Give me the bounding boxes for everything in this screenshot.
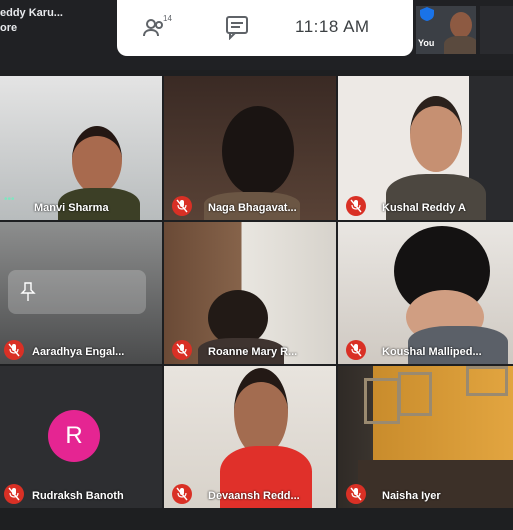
pin-icon[interactable] xyxy=(20,282,36,302)
meeting-info-panel: 14 11:18 AM xyxy=(117,0,413,56)
participant-name: Manvi Sharma xyxy=(34,202,109,214)
self-head xyxy=(450,12,472,38)
mic-off-indicator xyxy=(172,340,192,360)
self-view-edge xyxy=(480,6,513,54)
mic-off-indicator xyxy=(346,340,366,360)
mic-off-icon xyxy=(8,487,20,501)
participant-name: Aaradhya Engal... xyxy=(32,346,125,358)
participant-name: Naga Bhagavat... xyxy=(208,202,297,214)
mic-off-indicator xyxy=(346,484,366,504)
participant-tile[interactable]: Kushal Reddy A xyxy=(338,76,513,220)
mic-off-indicator xyxy=(4,340,24,360)
mic-off-indicator xyxy=(172,484,192,504)
participant-tile[interactable]: Koushal Malliped... xyxy=(338,222,513,364)
participant-name: Devaansh Redd... xyxy=(208,490,300,502)
mic-off-icon xyxy=(8,343,20,357)
presenter-name-line2: ore xyxy=(0,22,18,34)
mic-off-icon xyxy=(350,199,362,213)
window-frame xyxy=(398,372,432,416)
shield-icon xyxy=(420,7,434,21)
mic-off-icon xyxy=(350,343,362,357)
participant-name: Roanne Mary R... xyxy=(208,346,298,358)
participant-head xyxy=(222,106,294,196)
window-frame xyxy=(466,366,508,396)
participant-tile[interactable]: ••• Manvi Sharma xyxy=(0,76,162,220)
mic-off-indicator xyxy=(172,196,192,216)
mic-off-icon xyxy=(176,343,188,357)
more-options-dots[interactable]: ••• xyxy=(4,194,15,205)
participant-head xyxy=(410,96,462,172)
participant-tile[interactable]: Naga Bhagavat... xyxy=(164,76,336,220)
participant-head xyxy=(234,368,288,456)
self-view-label: You xyxy=(418,38,435,48)
participant-count: 14 xyxy=(163,14,172,23)
meeting-clock: 11:18 AM xyxy=(295,17,370,36)
mic-off-indicator xyxy=(346,196,366,216)
mic-off-icon xyxy=(176,487,188,501)
participant-tile[interactable]: Devaansh Redd... xyxy=(164,366,336,508)
self-body xyxy=(444,36,476,54)
participant-body xyxy=(408,326,508,364)
presenter-name: eddy Karu... ore xyxy=(0,6,63,36)
participant-tile[interactable]: Roanne Mary R... xyxy=(164,222,336,364)
chat-button[interactable] xyxy=(225,14,249,41)
window-frame xyxy=(364,378,400,424)
bottom-bar xyxy=(0,510,513,530)
participant-name: Rudraksh Banoth xyxy=(32,490,124,502)
participants-button[interactable]: 14 xyxy=(143,14,173,40)
participant-name: Naisha Iyer xyxy=(382,490,441,502)
participant-head xyxy=(72,126,122,194)
participant-tile[interactable]: R Rudraksh Banoth xyxy=(0,366,162,508)
mic-off-icon xyxy=(350,487,362,501)
mic-off-indicator xyxy=(4,484,24,504)
chat-icon xyxy=(226,16,248,41)
participant-name: Kushal Reddy A xyxy=(382,202,466,214)
participant-name: Koushal Malliped... xyxy=(382,346,482,358)
participant-tile[interactable]: Aaradhya Engal... xyxy=(0,222,162,364)
presenter-name-line1: eddy Karu... xyxy=(0,7,63,19)
mic-off-icon xyxy=(176,199,188,213)
avatar: R xyxy=(48,410,100,462)
participant-tile[interactable]: Naisha Iyer xyxy=(338,366,513,508)
